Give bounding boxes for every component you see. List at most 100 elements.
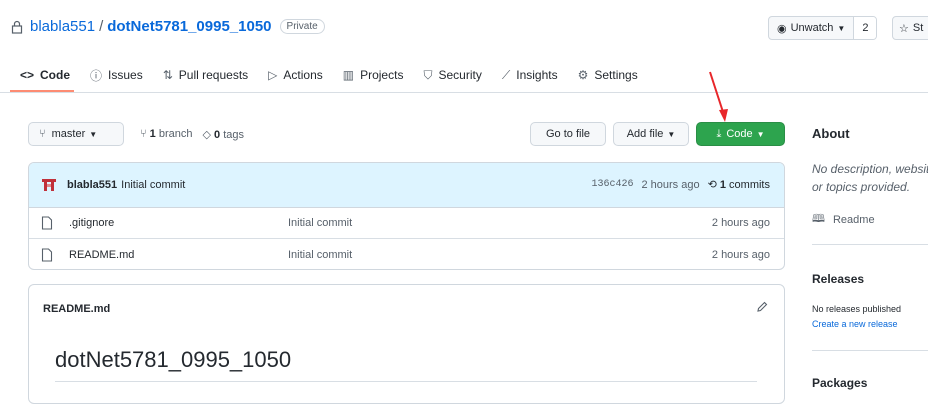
branch-icon: ⑂ xyxy=(140,128,147,140)
shield-icon: ⛉ xyxy=(423,67,433,82)
repo-owner-link[interactable]: blabla551 xyxy=(30,18,95,35)
pencil-icon[interactable] xyxy=(756,301,768,313)
commits-link[interactable]: ⟲ 1 commits xyxy=(708,178,770,191)
commit-sha-link[interactable]: 136c426 xyxy=(591,179,633,190)
no-releases-text: No releases published xyxy=(812,304,902,314)
chevron-down-icon: ▼ xyxy=(837,23,846,33)
latest-commit-bar: blabla551 Initial commit 136c426 2 hours… xyxy=(29,163,784,208)
add-file-label: Add file xyxy=(626,128,664,140)
tab-settings[interactable]: ⚙ Settings xyxy=(568,62,648,88)
tab-issues[interactable]: ⓘ Issues xyxy=(80,62,153,88)
issue-icon: ⓘ xyxy=(90,68,103,83)
readme-divider xyxy=(55,381,757,382)
chevron-down-icon: ▼ xyxy=(89,129,98,139)
avatar[interactable] xyxy=(41,177,57,193)
tab-label: Pull requests xyxy=(178,68,249,82)
readme-filename: README.md xyxy=(43,303,111,315)
tab-label: Settings xyxy=(594,68,638,82)
go-to-file-button[interactable]: Go to file xyxy=(530,122,606,146)
book-icon: 🕮 xyxy=(812,213,825,225)
project-icon: ▥ xyxy=(342,68,355,82)
repo-tabs: <> Code ⓘ Issues ⇅ Pull requests ▷ Actio… xyxy=(10,62,648,88)
branch-icon: ⑂ xyxy=(39,128,46,140)
tab-label: Code xyxy=(40,68,71,82)
history-icon: ⟲ xyxy=(707,179,717,191)
visibility-badge: Private xyxy=(279,19,325,34)
code-button[interactable]: ⤓ Code ▼ xyxy=(696,122,785,146)
tab-projects[interactable]: ▥ Projects xyxy=(333,62,414,88)
tags-link[interactable]: ◇ 0 tags xyxy=(203,128,245,141)
file-commit-message[interactable]: Initial commit xyxy=(288,249,352,261)
pull-request-icon: ⇅ xyxy=(162,68,173,82)
gear-icon: ⚙ xyxy=(577,68,589,82)
file-icon xyxy=(41,216,53,230)
tab-label: Actions xyxy=(283,68,323,82)
file-icon xyxy=(41,247,53,262)
tab-label: Security xyxy=(438,68,482,82)
annotation-arrow-icon xyxy=(709,71,728,122)
file-name-link[interactable]: .gitignore xyxy=(69,217,114,229)
code-button-label: Code xyxy=(726,128,753,140)
about-heading: About xyxy=(812,126,850,141)
tabs-divider xyxy=(0,92,928,93)
code-icon: <> xyxy=(20,68,35,82)
eye-icon: ◉ xyxy=(777,22,787,35)
readme-title: dotNet5781_0995_1050 xyxy=(55,347,292,372)
commit-count: 1 xyxy=(719,179,726,191)
tab-actions[interactable]: ▷ Actions xyxy=(258,62,333,88)
readme-link[interactable]: 🕮 Readme xyxy=(812,210,875,229)
sidebar-divider xyxy=(812,244,928,245)
tab-label: Projects xyxy=(360,68,404,82)
branch-tag-info: ⑂ 1 branch ◇ 0 tags xyxy=(140,128,244,141)
tag-count: 0 xyxy=(214,129,221,141)
repo-header: blabla551 / dotNet5781_0995_1050 Private xyxy=(10,18,325,35)
tab-label: Issues xyxy=(108,68,143,82)
file-row: README.md Initial commit 2 hours ago xyxy=(29,239,784,269)
play-icon: ▷ xyxy=(268,68,278,82)
commit-meta: 136c426 2 hours ago ⟲ 1 commits xyxy=(591,178,770,192)
star-icon: ☆ xyxy=(899,22,909,35)
repo-name-link[interactable]: dotNet5781_0995_1050 xyxy=(107,18,271,35)
add-file-button[interactable]: Add file ▼ xyxy=(613,122,689,146)
commit-author-link[interactable]: blabla551 xyxy=(67,179,117,191)
tab-label: Insights xyxy=(516,68,558,82)
branch-name: master xyxy=(51,128,86,140)
tab-insights[interactable]: ⟋ Insights xyxy=(492,62,568,88)
releases-heading[interactable]: Releases xyxy=(812,272,864,286)
chevron-down-icon: ▼ xyxy=(667,129,676,139)
star-button[interactable]: ☆ St xyxy=(892,16,928,40)
file-commit-message[interactable]: Initial commit xyxy=(288,217,352,229)
commit-time: 2 hours ago xyxy=(641,178,700,191)
unwatch-button[interactable]: ◉ Unwatch ▼ 2 xyxy=(768,16,878,40)
create-release-link[interactable]: Create a new release xyxy=(812,319,898,329)
file-commit-time: 2 hours ago xyxy=(711,248,770,261)
star-label: St xyxy=(912,22,924,34)
file-list: blabla551 Initial commit 136c426 2 hours… xyxy=(28,162,785,270)
branch-word: branch xyxy=(158,128,193,140)
branch-select-button[interactable]: ⑂ master ▼ xyxy=(28,122,124,146)
repo-separator: / xyxy=(99,18,104,35)
file-commit-time: 2 hours ago xyxy=(711,217,770,229)
chevron-down-icon: ▼ xyxy=(756,129,765,139)
tag-word: tags xyxy=(223,129,245,141)
file-name-link[interactable]: README.md xyxy=(69,249,134,261)
branches-link[interactable]: ⑂ 1 branch xyxy=(140,128,193,141)
commit-word: commits xyxy=(729,179,770,191)
commit-message-link[interactable]: Initial commit xyxy=(121,179,185,191)
graph-icon: ⟋ xyxy=(501,67,511,82)
unwatch-label: Unwatch xyxy=(790,22,834,34)
packages-heading[interactable]: Packages xyxy=(812,376,867,390)
tab-pull-requests[interactable]: ⇅ Pull requests xyxy=(153,62,258,88)
tab-security[interactable]: ⛉ Security xyxy=(413,62,491,88)
readme-panel: README.md dotNet5781_0995_1050 xyxy=(28,284,785,404)
file-row: .gitignore Initial commit 2 hours ago xyxy=(29,208,784,239)
download-icon: ⤓ xyxy=(716,127,722,140)
lock-icon xyxy=(11,20,23,34)
tab-code[interactable]: <> Code xyxy=(10,62,80,88)
about-description: No description, website, or topics provi… xyxy=(812,162,928,194)
watch-count[interactable]: 2 xyxy=(853,17,877,39)
sidebar-divider xyxy=(812,350,928,351)
readme-link-label: Readme xyxy=(832,213,875,226)
tag-icon: ◇ xyxy=(202,129,211,141)
branch-count: 1 xyxy=(149,128,156,140)
